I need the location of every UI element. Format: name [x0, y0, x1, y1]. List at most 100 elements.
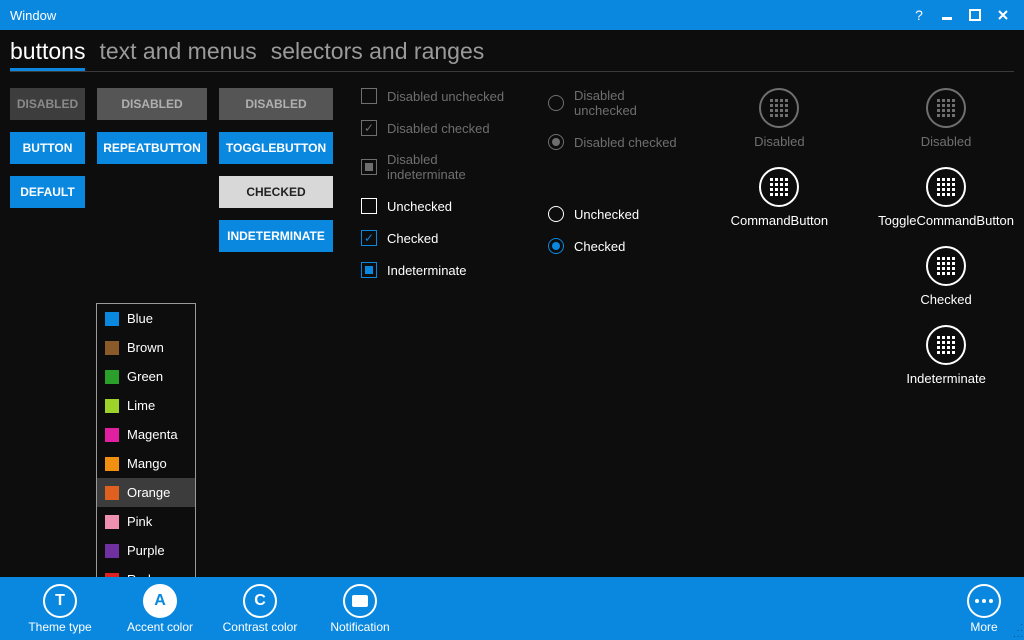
command-circle: [759, 167, 799, 207]
color-label: Pink: [127, 514, 152, 529]
button-default[interactable]: DEFAULT: [10, 176, 85, 208]
accent-color-popup[interactable]: Blue Brown Green Lime Magenta Mango Orange Pink…: [96, 303, 196, 595]
command-disabled: Disabled: [754, 88, 805, 149]
radio-dot-icon: [552, 242, 560, 250]
checkbox-box: [361, 88, 377, 104]
appbar-more[interactable]: More: [954, 584, 1014, 634]
appbar-label: Theme type: [28, 620, 91, 634]
button-normal[interactable]: BUTTON: [10, 132, 85, 164]
color-item-magenta[interactable]: Magenta: [97, 420, 195, 449]
checkbox-box: ✓: [361, 230, 377, 246]
minimize-icon: [941, 9, 953, 21]
color-label: Green: [127, 369, 163, 384]
command-label: Disabled: [754, 134, 805, 149]
radio-checked[interactable]: Checked: [548, 238, 679, 254]
minimize-button[interactable]: [934, 5, 960, 25]
command-label: Indeterminate: [906, 371, 986, 386]
checkbox-column: Disabled unchecked ✓ Disabled checked Di…: [345, 88, 506, 386]
repeatbutton[interactable]: REPEATBUTTON: [97, 132, 207, 164]
color-swatch: [105, 457, 119, 471]
radio-label: Checked: [574, 239, 625, 254]
close-button[interactable]: [990, 5, 1016, 25]
togglebutton-indeterminate[interactable]: INDETERMINATE: [219, 220, 333, 252]
color-item-blue[interactable]: Blue: [97, 304, 195, 333]
titlebar: Window ?: [0, 0, 1024, 30]
command-label: Checked: [920, 292, 971, 307]
toggle-command-disabled: Disabled: [921, 88, 972, 149]
tabs: buttons text and menus selectors and ran…: [10, 38, 1014, 72]
checkbox-label: Indeterminate: [387, 263, 467, 278]
radio-circle: [548, 134, 564, 150]
color-label: Brown: [127, 340, 164, 355]
color-label: Magenta: [127, 427, 178, 442]
command-circle: [926, 88, 966, 128]
color-item-lime[interactable]: Lime: [97, 391, 195, 420]
radio-dot-icon: [552, 138, 560, 146]
command-label: ToggleCommandButton: [878, 213, 1014, 228]
color-item-pink[interactable]: Pink: [97, 507, 195, 536]
checkbox-disabled-indeterminate: Disabled indeterminate: [361, 152, 506, 182]
maximize-button[interactable]: [962, 5, 988, 25]
help-button[interactable]: ?: [906, 7, 932, 23]
togglebutton-checked[interactable]: CHECKED: [219, 176, 333, 208]
checkbox-box: ✓: [361, 120, 377, 136]
appbar-accent-color[interactable]: A Accent color: [110, 584, 210, 634]
color-item-orange[interactable]: Orange: [97, 478, 195, 507]
color-swatch: [105, 515, 119, 529]
appbar-icon-circle: A: [143, 584, 177, 618]
tab-buttons[interactable]: buttons: [10, 38, 85, 71]
grid-icon: [937, 178, 955, 196]
tab-selectors-ranges[interactable]: selectors and ranges: [271, 38, 485, 67]
command-circle: [759, 88, 799, 128]
notification-icon: [351, 594, 369, 608]
content-area: buttons text and menus selectors and ran…: [0, 30, 1024, 577]
appbar: T Theme type A Accent color C Contrast c…: [0, 577, 1024, 640]
letter-c-icon: C: [254, 592, 266, 610]
appbar-theme-type[interactable]: T Theme type: [10, 584, 110, 634]
grid-icon: [770, 178, 788, 196]
command-button[interactable]: CommandButton: [731, 167, 829, 228]
checkbox-label: Disabled checked: [387, 121, 490, 136]
color-item-mango[interactable]: Mango: [97, 449, 195, 478]
color-swatch: [105, 370, 119, 384]
color-swatch: [105, 486, 119, 500]
command-right-stack: Disabled ToggleCommandButton Checked Ind…: [878, 88, 1014, 386]
radio-circle: [548, 95, 564, 111]
command-column: Disabled CommandButton Disabled ToggleCo…: [691, 88, 1014, 386]
tab-text-menus[interactable]: text and menus: [99, 38, 256, 67]
color-label: Orange: [127, 485, 170, 500]
checkbox-box: [361, 262, 377, 278]
checkbox-box: [361, 159, 377, 175]
toggle-command-checked[interactable]: Checked: [920, 246, 971, 307]
color-swatch: [105, 544, 119, 558]
appbar-notification[interactable]: Notification: [310, 584, 410, 634]
close-icon: [997, 9, 1009, 21]
resize-grip[interactable]: .. .. . .: [1013, 620, 1022, 638]
check-icon: ✓: [364, 232, 374, 244]
appbar-label: Accent color: [127, 620, 193, 634]
checkbox-disabled-checked: ✓ Disabled checked: [361, 120, 506, 136]
more-icon: [975, 599, 993, 603]
color-item-brown[interactable]: Brown: [97, 333, 195, 362]
spacer: [548, 166, 679, 190]
button-disabled: DISABLED: [10, 88, 85, 120]
indeterminate-icon: [365, 163, 373, 171]
maximize-icon: [969, 9, 981, 21]
radio-unchecked[interactable]: Unchecked: [548, 206, 679, 222]
checkbox-indeterminate[interactable]: Indeterminate: [361, 262, 506, 278]
checkbox-label: Disabled indeterminate: [387, 152, 506, 182]
togglebutton[interactable]: TOGGLEBUTTON: [219, 132, 333, 164]
checkbox-disabled-unchecked: Disabled unchecked: [361, 88, 506, 104]
color-item-green[interactable]: Green: [97, 362, 195, 391]
color-item-purple[interactable]: Purple: [97, 536, 195, 565]
repeatbutton-disabled: DISABLED: [97, 88, 207, 120]
toggle-command-button[interactable]: ToggleCommandButton: [878, 167, 1014, 228]
toggle-command-indeterminate[interactable]: Indeterminate: [906, 325, 986, 386]
checkbox-unchecked[interactable]: Unchecked: [361, 198, 506, 214]
radio-label: Disabled checked: [574, 135, 677, 150]
indeterminate-icon: [365, 266, 373, 274]
window-title: Window: [10, 8, 906, 23]
appbar-contrast-color[interactable]: C Contrast color: [210, 584, 310, 634]
checkbox-checked[interactable]: ✓ Checked: [361, 230, 506, 246]
radio-label: Unchecked: [574, 207, 639, 222]
